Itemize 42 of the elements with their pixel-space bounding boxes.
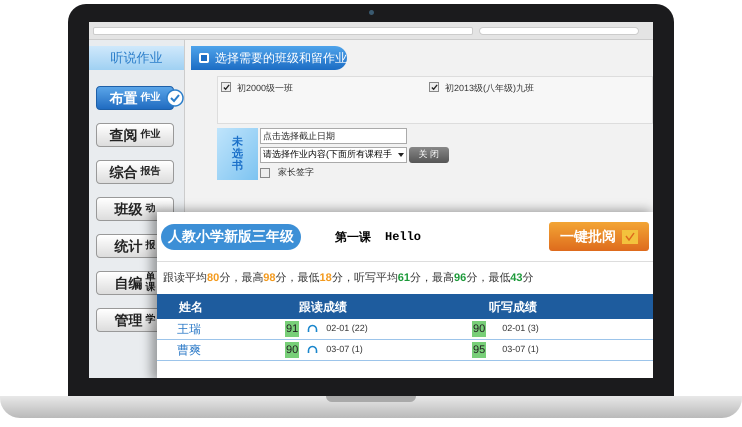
dictation-detail: 03-07 (1) (502, 343, 539, 356)
address-field[interactable] (93, 26, 473, 34)
column-header: 听写成绩 (488, 298, 538, 316)
square-icon (199, 53, 209, 63)
checkbox[interactable] (221, 82, 231, 92)
sidebar-title: 听说作业 (89, 46, 184, 70)
dictation-detail: 02-01 (3) (502, 322, 539, 336)
grade-badge: 人教小学新版三年级 (161, 224, 301, 250)
parent-sign-label: 家长签字 (278, 166, 314, 179)
close-button[interactable]: 关 闭 (409, 147, 449, 163)
date-field[interactable]: 点击选择截止日期 (260, 128, 407, 144)
score-badge: 91 (285, 320, 300, 338)
read-detail: 02-01 (22) (326, 322, 368, 336)
sidebar-item[interactable]: 综合 报告 (96, 160, 174, 184)
book-label: 未选书 (232, 136, 243, 172)
column-header: 跟读成绩 (298, 298, 348, 316)
score-badge: 90 (472, 320, 486, 338)
sidebar-item[interactable]: 查阅 作业 (96, 123, 174, 147)
score-badge: 90 (285, 342, 300, 358)
check-circle-icon (166, 89, 184, 107)
sidebar-item[interactable]: 班级 动 (96, 197, 174, 221)
class-label: 初2013级(八年级)九班 (445, 82, 534, 95)
sidebar-item[interactable]: 布置 作业 (96, 86, 174, 110)
read-detail: 03-07 (1) (326, 343, 363, 356)
score-badge: 95 (472, 342, 486, 358)
checkmark-icon (622, 230, 638, 244)
lesson-title: Hello (385, 228, 422, 246)
content-select[interactable]: 请选择作业内容(下面所有课程手 (260, 147, 407, 163)
search-field[interactable] (479, 26, 639, 34)
camera-icon (368, 10, 374, 15)
dropdown-arrow-icon (398, 153, 404, 157)
lesson-label: 第一课 (335, 228, 371, 246)
student-name-link[interactable]: 曹爽 (157, 341, 285, 359)
section-title: 选择需要的班级和留作业 (215, 50, 347, 67)
checkmark-icon (222, 84, 230, 90)
headphones-icon[interactable] (307, 345, 318, 355)
checkbox[interactable] (260, 168, 270, 178)
column-header: 姓名 (178, 298, 204, 316)
class-label: 初2000级一班 (237, 82, 294, 95)
checkbox[interactable] (429, 82, 440, 92)
headphones-icon[interactable] (307, 324, 318, 334)
checkmark-icon (430, 84, 438, 90)
